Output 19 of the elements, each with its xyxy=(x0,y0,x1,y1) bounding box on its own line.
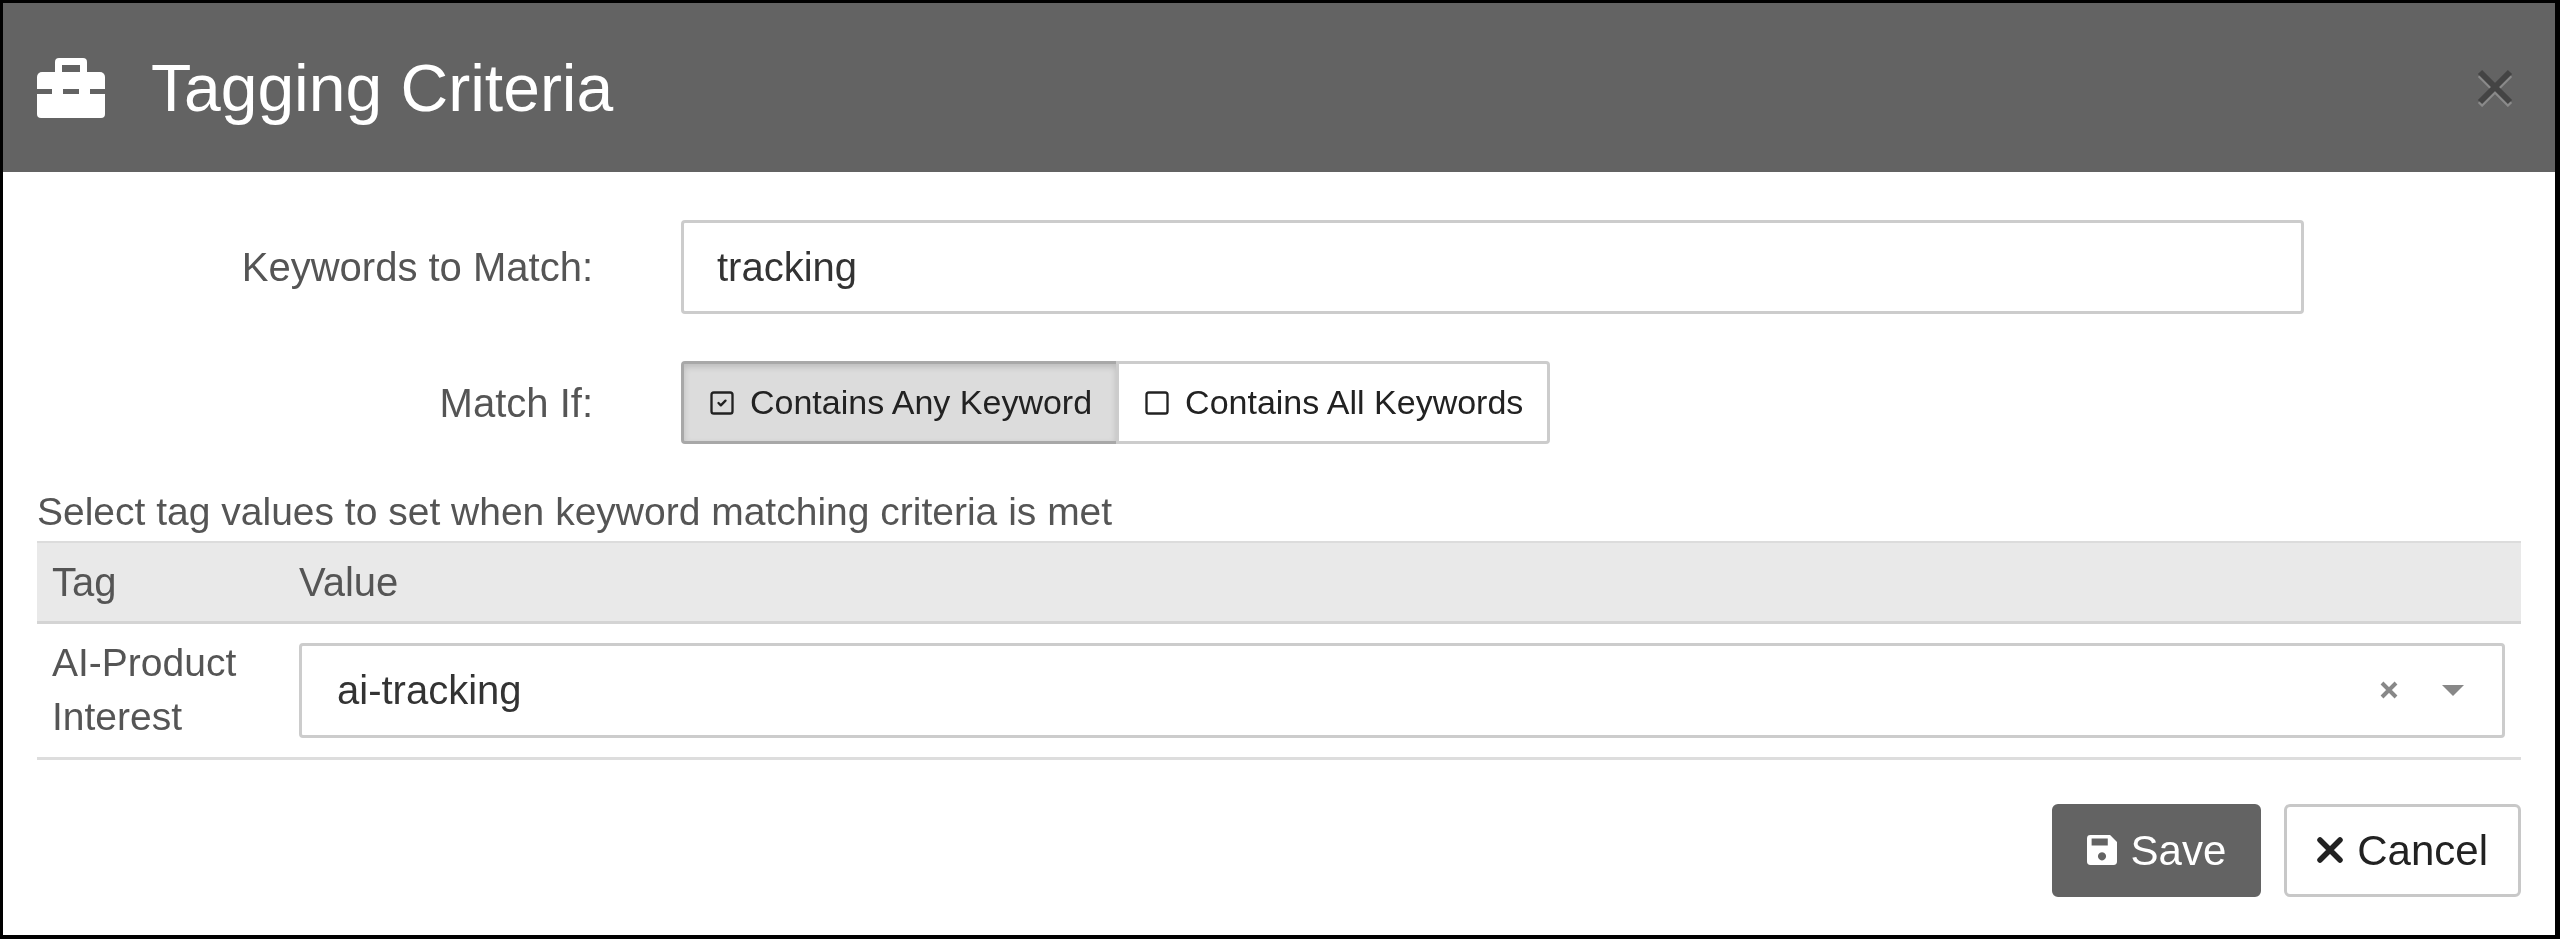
checked-box-icon xyxy=(708,388,736,417)
value-select[interactable]: ai-tracking xyxy=(299,642,2505,738)
caret-icon[interactable] xyxy=(2442,684,2464,696)
close-icon xyxy=(2477,68,2513,107)
x-icon xyxy=(2317,837,2344,864)
match-if-label: Match If: xyxy=(439,379,593,427)
column-header: Tag xyxy=(52,559,117,604)
toolbox-icon xyxy=(37,57,105,118)
save-button[interactable]: Save xyxy=(2051,803,2262,897)
keywords-input[interactable]: tracking xyxy=(681,220,2304,314)
instructions-text: Select tag values to set when keyword matching criteria is met xyxy=(37,489,1113,535)
keywords-label: Keywords to Match: xyxy=(241,244,593,291)
tag-cell-text: AI-Product Interest xyxy=(52,640,238,741)
close-button[interactable] xyxy=(2475,67,2515,108)
column-header: Value xyxy=(299,559,399,604)
match-option-toggle[interactable]: Contains All Keywords xyxy=(1116,361,1551,444)
cancel-button[interactable]: Cancel xyxy=(2284,803,2521,897)
clear-icon[interactable] xyxy=(2380,681,2398,700)
empty-box-icon xyxy=(1143,388,1172,417)
